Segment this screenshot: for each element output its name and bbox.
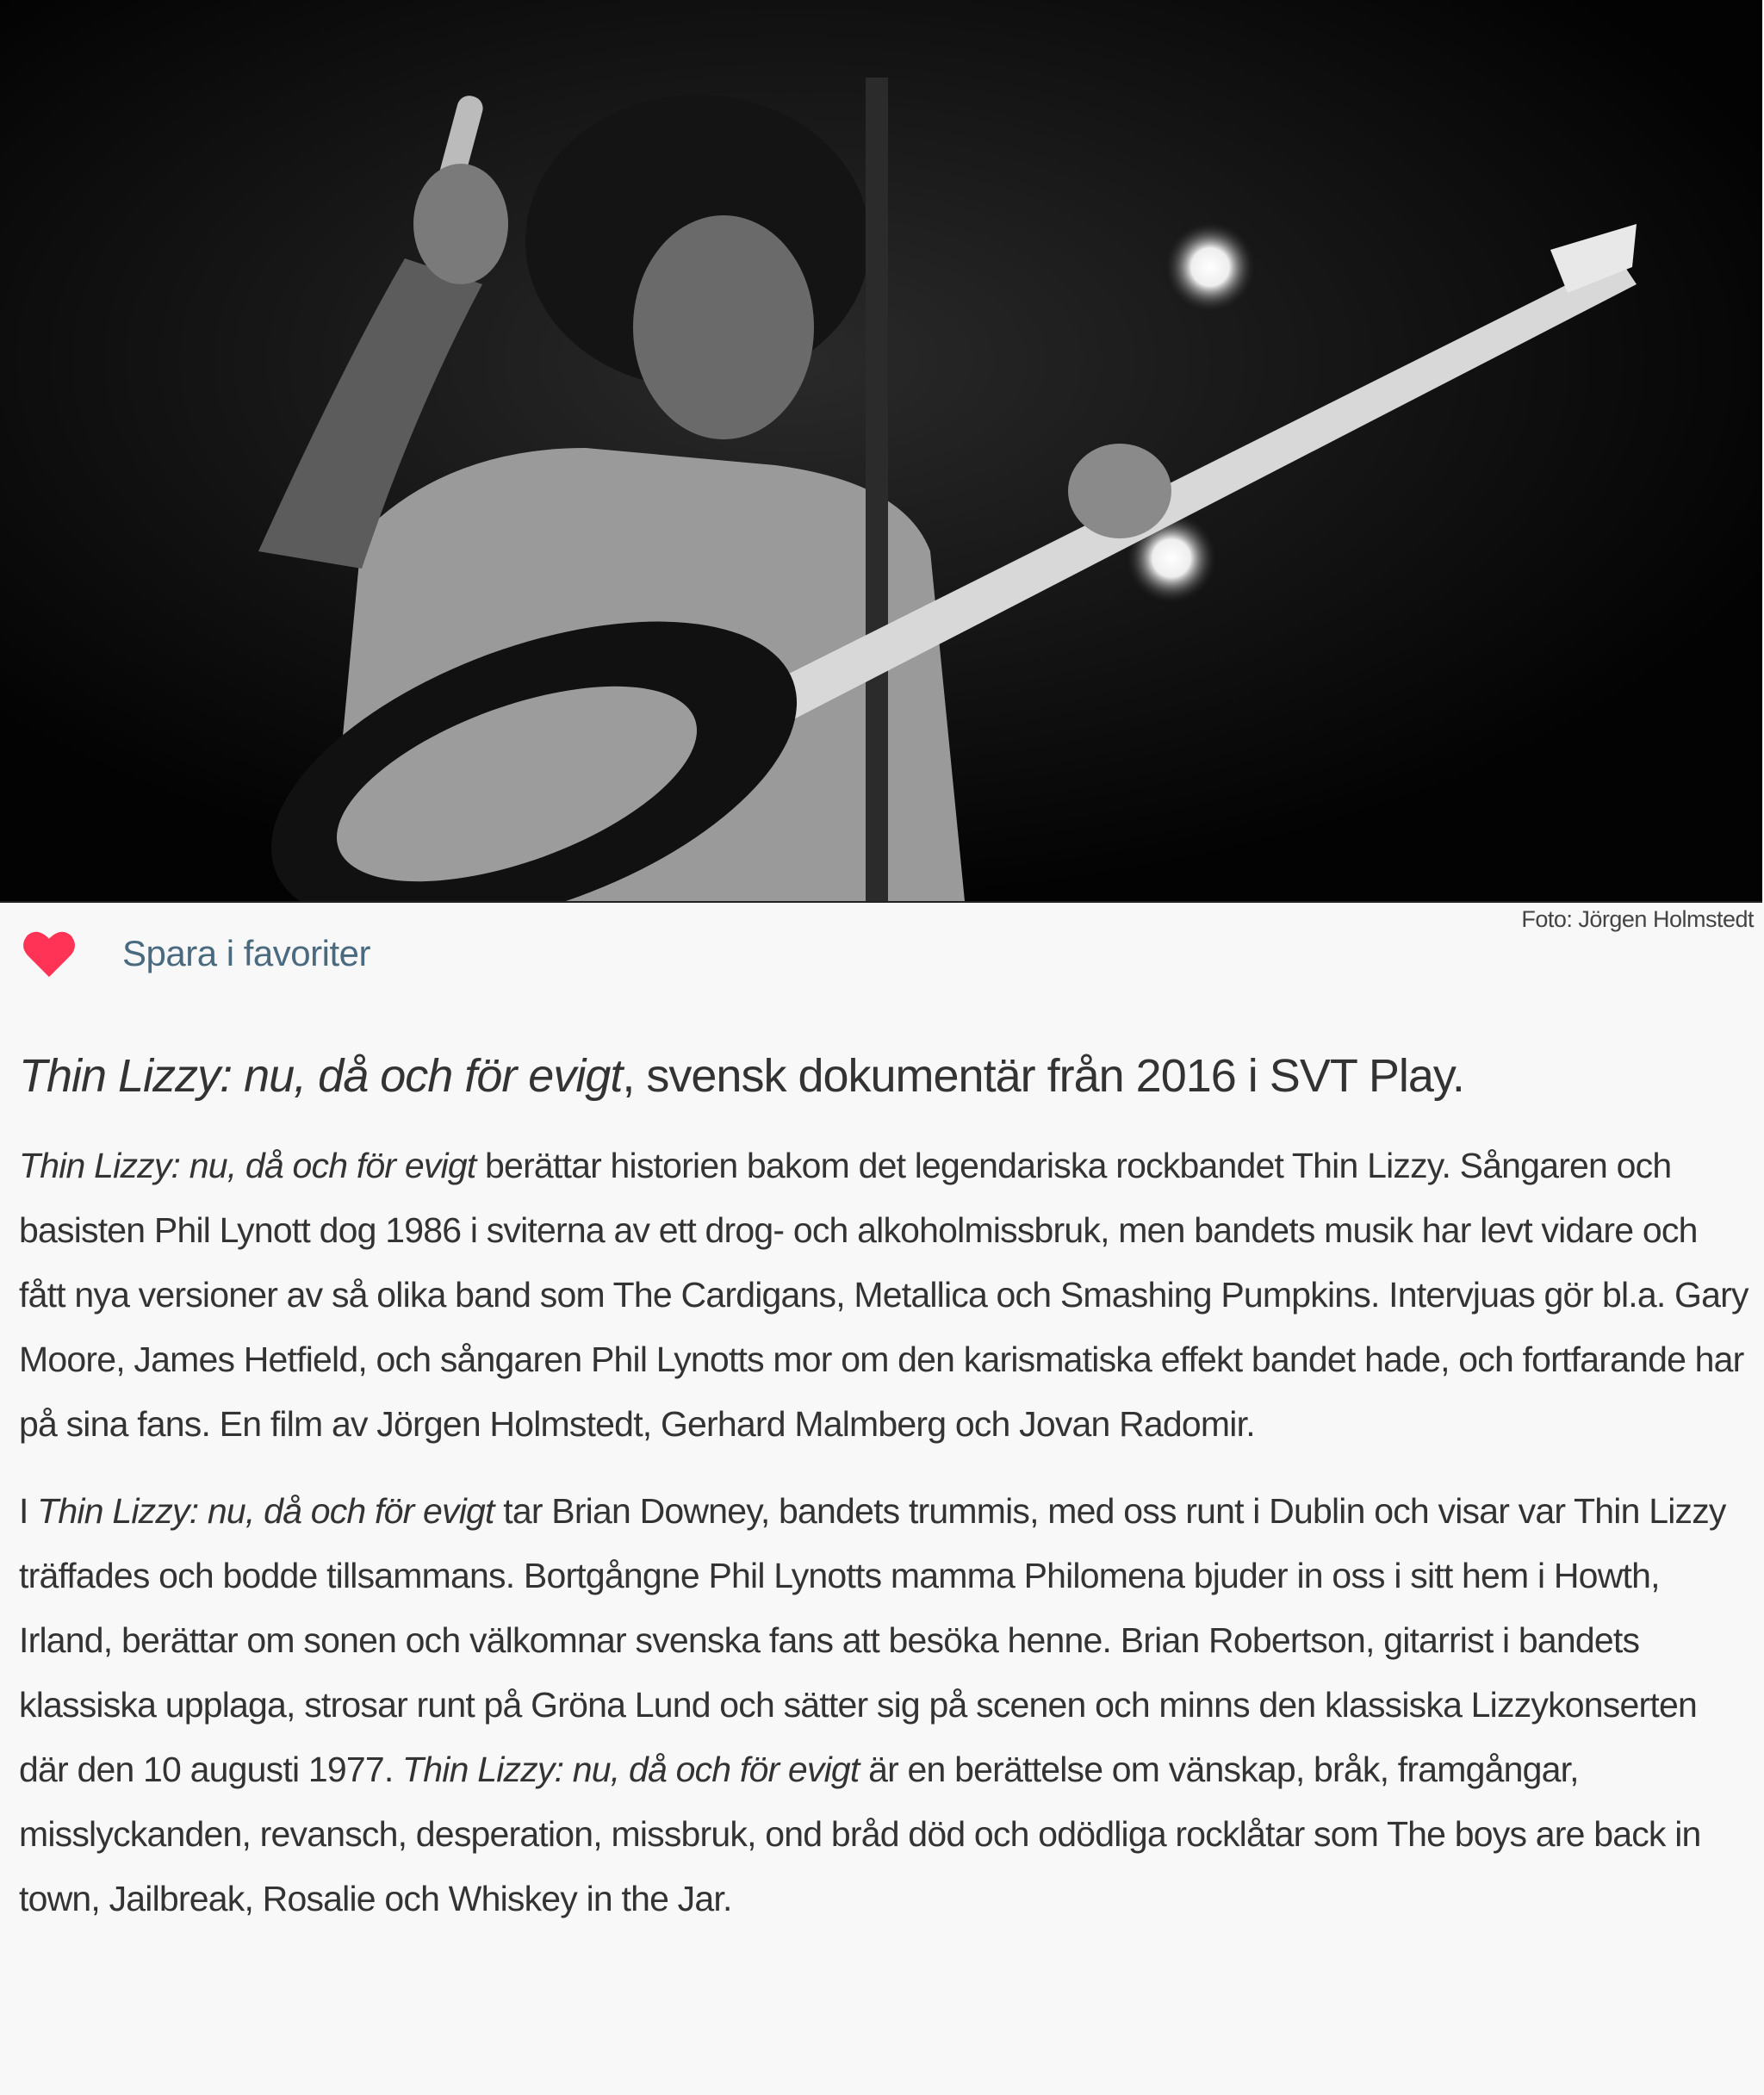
headline-title: Thin Lizzy: nu, då och för evigt	[19, 1050, 623, 1102]
save-to-favorites-button[interactable]: Spara i favoriter	[22, 929, 370, 979]
paragraph-2: I Thin Lizzy: nu, då och för evigt tar B…	[19, 1479, 1750, 1931]
paragraph-1: Thin Lizzy: nu, då och för evigt berätta…	[19, 1134, 1750, 1457]
paragraph-2-title-2: Thin Lizzy: nu, då och för evigt	[402, 1750, 860, 1789]
photo-credit: Foto: Jörgen Holmstedt	[1521, 906, 1754, 932]
paragraph-2-prefix: I	[19, 1491, 38, 1531]
paragraph-1-title: Thin Lizzy: nu, då och för evigt	[19, 1146, 476, 1185]
paragraph-1-text: berättar historien bakom det legendarisk…	[19, 1146, 1749, 1444]
paragraph-2-title: Thin Lizzy: nu, då och för evigt	[37, 1491, 494, 1531]
headline-rest: , svensk dokumentär från 2016 i SVT Play…	[622, 1050, 1465, 1102]
heart-icon	[23, 931, 75, 978]
paragraph-2-text: tar Brian Downey, bandets trummis, med o…	[19, 1491, 1726, 1789]
concert-photo-image	[0, 0, 1762, 901]
article-body: Thin Lizzy: nu, då och för evigt, svensk…	[19, 1049, 1750, 1954]
article-headline: Thin Lizzy: nu, då och för evigt, svensk…	[19, 1049, 1750, 1103]
save-to-favorites-label: Spara i favoriter	[122, 933, 370, 973]
hero-photo	[0, 0, 1762, 903]
